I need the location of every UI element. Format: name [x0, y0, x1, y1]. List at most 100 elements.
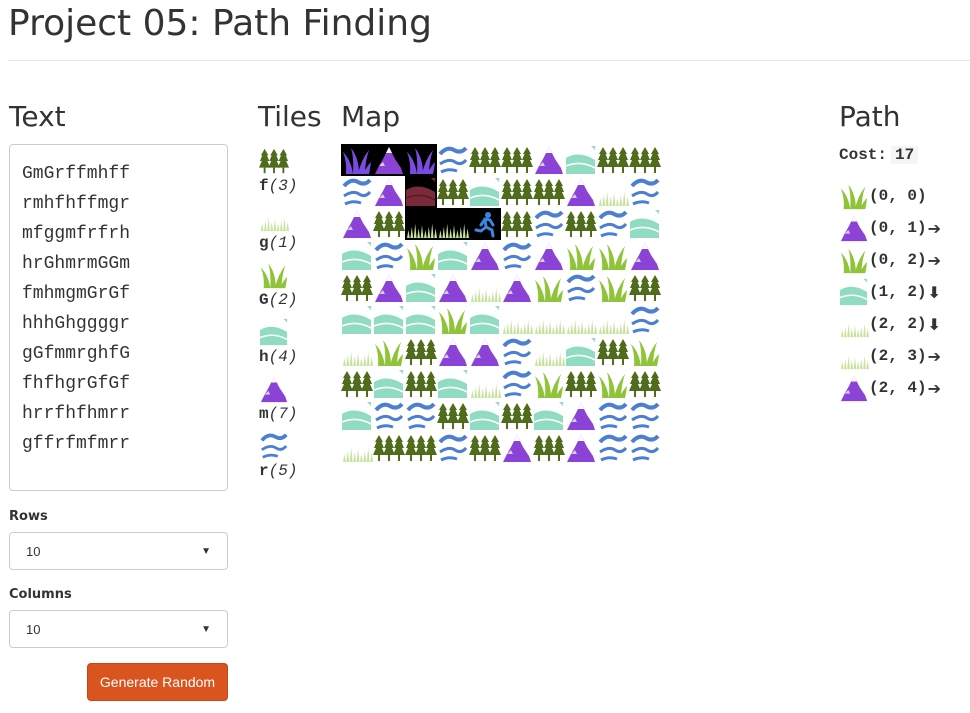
map-cell[interactable] [437, 176, 469, 208]
map-cell[interactable] [405, 272, 437, 304]
map-cell[interactable] [469, 368, 501, 400]
map-cell[interactable] [501, 208, 533, 240]
map-cell[interactable] [437, 400, 469, 432]
map-cell[interactable] [373, 432, 405, 464]
map-cell[interactable] [565, 240, 597, 272]
map-cell[interactable] [629, 368, 661, 400]
map-cell[interactable] [501, 368, 533, 400]
map-cell[interactable] [533, 240, 565, 272]
map-cell[interactable] [533, 368, 565, 400]
map-cell[interactable] [533, 208, 565, 240]
map-cell[interactable] [405, 144, 437, 176]
map-cell[interactable] [565, 432, 597, 464]
map-cell[interactable] [597, 144, 629, 176]
map-cell[interactable] [565, 400, 597, 432]
map-cell[interactable] [533, 304, 565, 336]
map-cell[interactable] [565, 272, 597, 304]
map-cell[interactable] [501, 304, 533, 336]
map-cell[interactable] [597, 432, 629, 464]
map-cell[interactable] [341, 368, 373, 400]
map-cell[interactable] [629, 176, 661, 208]
map-cell[interactable] [373, 368, 405, 400]
map-cell[interactable] [341, 400, 373, 432]
map-cell[interactable] [597, 208, 629, 240]
map-cell[interactable] [437, 368, 469, 400]
map-cell[interactable] [629, 304, 661, 336]
map-cell[interactable] [469, 304, 501, 336]
map-cell[interactable] [501, 400, 533, 432]
generate-random-button[interactable]: Generate Random [87, 663, 228, 701]
map-cell[interactable] [533, 272, 565, 304]
map-cell[interactable] [597, 304, 629, 336]
map-cell[interactable] [469, 176, 501, 208]
map-cell[interactable] [501, 272, 533, 304]
map-cell[interactable] [373, 176, 405, 208]
map-cell[interactable] [565, 304, 597, 336]
map-cell[interactable] [373, 336, 405, 368]
map-cell[interactable] [469, 144, 501, 176]
map-cell[interactable] [437, 144, 469, 176]
map-cell[interactable] [629, 336, 661, 368]
map-cell[interactable] [341, 208, 373, 240]
map-cell[interactable] [469, 240, 501, 272]
map-cell[interactable] [437, 208, 469, 240]
map-cell[interactable] [629, 240, 661, 272]
map-cell[interactable] [629, 272, 661, 304]
map-cell[interactable] [373, 272, 405, 304]
map-cell[interactable] [501, 432, 533, 464]
map-cell[interactable] [341, 240, 373, 272]
map-cell[interactable] [405, 304, 437, 336]
columns-select[interactable]: 10 ▼ [9, 610, 228, 648]
map-cell[interactable] [469, 208, 501, 240]
map-cell[interactable] [597, 272, 629, 304]
map-cell[interactable] [533, 336, 565, 368]
map-cell[interactable] [597, 240, 629, 272]
map-cell[interactable] [565, 336, 597, 368]
map-cell[interactable] [437, 336, 469, 368]
map-cell[interactable] [533, 144, 565, 176]
rows-select[interactable]: 10 ▼ [9, 532, 228, 570]
map-cell[interactable] [533, 432, 565, 464]
map-cell[interactable] [437, 304, 469, 336]
map-text-input[interactable] [9, 144, 228, 491]
map-cell[interactable] [341, 336, 373, 368]
map-cell[interactable] [501, 336, 533, 368]
map-cell[interactable] [629, 208, 661, 240]
map-cell[interactable] [405, 432, 437, 464]
map-cell[interactable] [565, 176, 597, 208]
map-cell[interactable] [373, 208, 405, 240]
map-cell[interactable] [469, 432, 501, 464]
map-cell[interactable] [597, 400, 629, 432]
map-cell[interactable] [405, 400, 437, 432]
map-cell[interactable] [341, 304, 373, 336]
map-cell[interactable] [629, 144, 661, 176]
map-cell[interactable] [373, 240, 405, 272]
map-cell[interactable] [405, 208, 437, 240]
map-cell[interactable] [501, 240, 533, 272]
map-cell[interactable] [373, 400, 405, 432]
map-cell[interactable] [341, 432, 373, 464]
map-cell[interactable] [629, 400, 661, 432]
map-cell[interactable] [565, 368, 597, 400]
map-cell[interactable] [405, 176, 437, 208]
map-cell[interactable] [437, 272, 469, 304]
map-cell[interactable] [405, 240, 437, 272]
map-cell[interactable] [373, 144, 405, 176]
map-cell[interactable] [597, 368, 629, 400]
map-cell[interactable] [405, 336, 437, 368]
map-cell[interactable] [629, 432, 661, 464]
map-cell[interactable] [437, 432, 469, 464]
map-cell[interactable] [469, 336, 501, 368]
map-cell[interactable] [341, 272, 373, 304]
map-cell[interactable] [405, 368, 437, 400]
map-cell[interactable] [341, 176, 373, 208]
map-cell[interactable] [597, 336, 629, 368]
map-cell[interactable] [565, 144, 597, 176]
map-cell[interactable] [501, 176, 533, 208]
map-cell[interactable] [469, 400, 501, 432]
map-cell[interactable] [373, 304, 405, 336]
map-cell[interactable] [533, 176, 565, 208]
map-cell[interactable] [501, 144, 533, 176]
map-cell[interactable] [597, 176, 629, 208]
map-cell[interactable] [565, 208, 597, 240]
